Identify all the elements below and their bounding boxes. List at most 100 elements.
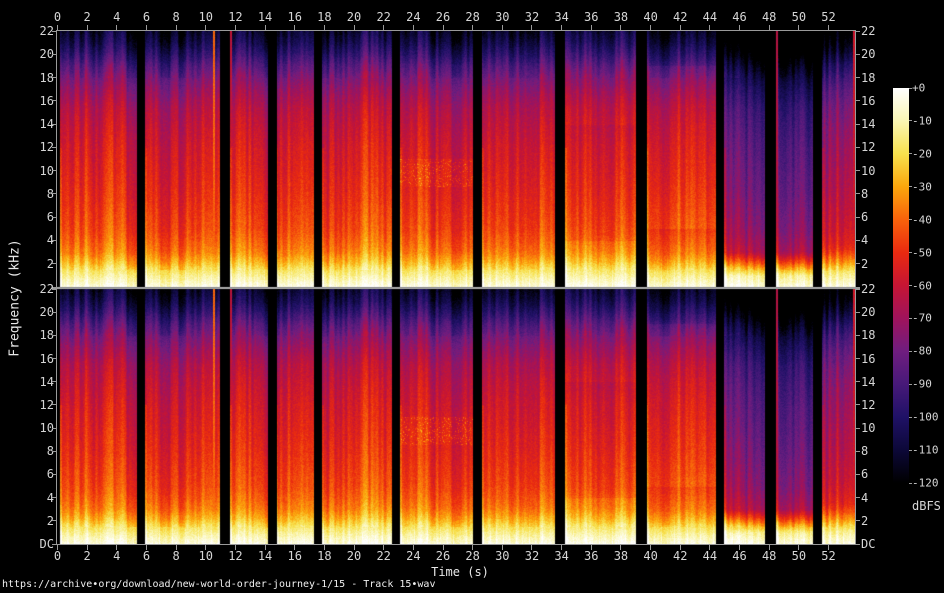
time-tick-label-top: 2 (83, 10, 91, 24)
time-tick-label-bottom: 0 (53, 549, 62, 563)
colorbar-unit-label: dBFS (912, 499, 941, 513)
time-tick-label-bottom: 22 (376, 549, 391, 563)
colorbar-tick-label: -110 (912, 443, 939, 457)
freq-tick-label-right-ch2: 20 (861, 305, 876, 320)
time-tick-label-top: 18 (317, 10, 332, 24)
time-tick-mark-bottom (798, 545, 800, 550)
time-tick-mark-bottom (442, 545, 444, 550)
freq-tick-label-right-ch2: 8 (861, 444, 869, 459)
time-tick-mark-top (145, 25, 147, 30)
freq-tick-label-right-ch1: 2 (861, 256, 869, 271)
freq-tick-mark-right-ch1 (856, 100, 860, 102)
freq-tick-mark-right-ch1 (856, 77, 860, 79)
time-tick-label-top: 36 (584, 10, 599, 24)
freq-tick-mark-left-ch2 (52, 543, 56, 545)
time-tick-label-bottom: 26 (435, 549, 451, 563)
freq-tick-label-right-ch1: 4 (861, 233, 869, 248)
colorbar-tick-mark (909, 153, 912, 155)
freq-tick-label-right-ch1: 16 (861, 93, 876, 108)
file-url-caption: https://archive•org/download/new-world-o… (2, 579, 436, 590)
time-tick-label-bottom: 6 (142, 549, 151, 563)
freq-tick-label-right-ch2: 22 (861, 282, 876, 296)
time-tick-label-bottom: 36 (584, 549, 599, 563)
colorbar-tick-mark (909, 482, 912, 484)
time-tick-label-top: 6 (142, 10, 151, 24)
spectrogram-figure: 0 0 2 2 4 4 6 6 8 8 10 10 12 12 14 14 16 16 18 18 20 20 22 22 24… (0, 0, 944, 593)
time-tick-mark-bottom (294, 545, 296, 550)
freq-tick-mark-right-ch2 (856, 358, 860, 360)
freq-tick-mark-left-ch1 (52, 239, 56, 241)
time-tick-mark-top (768, 25, 770, 30)
time-tick-mark-bottom (234, 545, 236, 550)
colorbar-tick-label: -90 (912, 377, 932, 391)
time-tick-label-bottom: 52 (821, 549, 836, 563)
freq-tick-mark-left-ch2 (52, 427, 56, 429)
time-tick-mark-top (57, 25, 58, 30)
time-tick-mark-bottom (175, 545, 177, 550)
time-tick-label-top: 16 (287, 10, 302, 24)
time-tick-mark-bottom (650, 545, 652, 550)
time-tick-label-top: 20 (346, 10, 362, 24)
time-tick-mark-top (86, 25, 88, 30)
time-tick-label-top: 22 (376, 10, 391, 24)
time-tick-mark-bottom (264, 545, 266, 550)
time-tick-mark-top (294, 25, 296, 30)
time-tick-mark-top (501, 25, 503, 30)
time-tick-mark-bottom (57, 545, 58, 550)
freq-tick-label-right-ch2: 2 (861, 513, 869, 528)
time-tick-mark-bottom (412, 545, 414, 550)
time-tick-label-bottom: 42 (672, 549, 688, 563)
time-tick-mark-bottom (828, 545, 829, 550)
time-tick-mark-top (205, 25, 207, 30)
freq-tick-mark-left-ch1 (52, 193, 56, 195)
freq-tick-label-right-ch2: 16 (861, 351, 876, 366)
colorbar-tick-mark (909, 383, 912, 385)
colorbar-tick-mark (909, 120, 912, 122)
time-tick-mark-top (709, 25, 711, 30)
time-tick-mark-top (561, 25, 563, 30)
freq-tick-mark-left-ch1 (52, 263, 56, 265)
time-tick-mark-top (116, 25, 118, 30)
freq-tick-mark-left-ch2 (52, 450, 56, 452)
time-tick-mark-top (234, 25, 236, 30)
freq-tick-label-right-ch2: DC (861, 537, 876, 551)
freq-tick-label-right-ch2: 6 (861, 467, 869, 482)
freq-tick-mark-left-ch2 (52, 404, 56, 406)
freq-tick-label-right-ch2: 10 (861, 421, 876, 436)
freq-tick-label-right-ch1: 14 (861, 117, 876, 132)
colorbar-tick-label: -80 (912, 344, 932, 358)
time-tick-label-bottom: 10 (198, 549, 213, 563)
time-tick-mark-bottom (739, 545, 741, 550)
time-tick-label-top: 14 (257, 10, 273, 24)
freq-tick-mark-right-ch2 (856, 497, 860, 499)
freq-tick-mark-right-ch1 (856, 216, 860, 218)
freq-tick-label-right-ch2: 18 (861, 328, 876, 343)
time-tick-label-top: 50 (791, 10, 807, 24)
freq-tick-label-right-ch2: 14 (861, 374, 876, 389)
time-tick-mark-bottom (116, 545, 118, 550)
time-tick-label-bottom: 46 (732, 549, 747, 563)
freq-tick-mark-right-ch2 (856, 288, 860, 290)
colorbar-gradient (893, 88, 909, 483)
time-tick-mark-bottom (501, 545, 503, 550)
time-tick-mark-bottom (590, 545, 592, 550)
freq-tick-label-right-ch1: 18 (861, 70, 876, 85)
freq-tick-mark-right-ch1 (856, 193, 860, 195)
time-tick-mark-bottom (86, 545, 88, 550)
time-tick-label-bottom: 50 (791, 549, 807, 563)
time-tick-label-bottom: 20 (346, 549, 362, 563)
colorbar-tick-label: -40 (912, 213, 932, 227)
time-tick-label-bottom: 16 (287, 549, 302, 563)
colorbar-tick-label: -70 (912, 311, 932, 325)
freq-tick-mark-left-ch2 (52, 473, 56, 475)
time-tick-label-bottom: 30 (495, 549, 510, 563)
time-tick-label-top: 44 (702, 10, 718, 24)
time-tick-mark-top (798, 25, 800, 30)
time-tick-mark-bottom (620, 545, 622, 550)
freq-tick-label-right-ch1: 10 (861, 163, 876, 178)
time-tick-mark-bottom (205, 545, 207, 550)
time-tick-label-bottom: 8 (172, 549, 180, 563)
time-tick-mark-top (264, 25, 266, 30)
time-tick-mark-top (620, 25, 622, 30)
freq-tick-mark-right-ch2 (856, 450, 860, 452)
